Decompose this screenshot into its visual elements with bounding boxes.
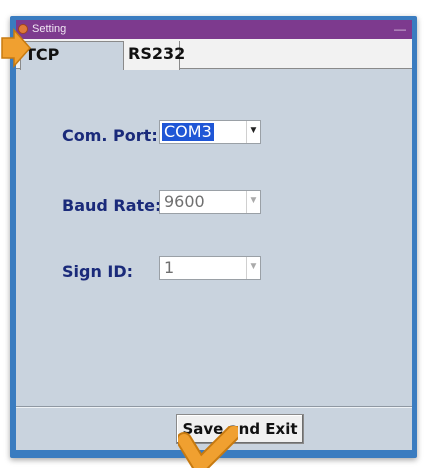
- sign-id-value: 1: [164, 258, 175, 277]
- baud-rate-label: Baud Rate:: [62, 196, 162, 215]
- com-port-select[interactable]: COM3 ▼: [159, 120, 261, 144]
- sign-id-label: Sign ID:: [62, 262, 134, 281]
- baud-rate-select[interactable]: 9600 ▼: [159, 190, 261, 214]
- checkmark-pointer-icon: [178, 426, 238, 468]
- settings-window: Setting — TCP Server RS232 Com. Port: CO…: [16, 20, 412, 450]
- arrow-pointer-icon: [1, 28, 32, 68]
- tab-tcp-server[interactable]: TCP Server: [20, 41, 124, 90]
- chevron-down-icon[interactable]: ▼: [246, 121, 260, 143]
- title-bar[interactable]: Setting —: [16, 20, 412, 39]
- minimize-icon[interactable]: —: [394, 20, 406, 39]
- com-port-value: COM3: [162, 122, 214, 141]
- sign-id-select[interactable]: 1 ▼: [159, 256, 261, 280]
- chevron-down-icon[interactable]: ▼: [246, 257, 260, 279]
- footer-divider: [16, 406, 412, 408]
- window-title: Setting: [32, 23, 67, 35]
- tab-content: Com. Port: COM3 ▼ Baud Rate: 9600 ▼ Sign…: [16, 70, 412, 406]
- baud-rate-value: 9600: [164, 192, 205, 211]
- com-port-label: Com. Port:: [62, 126, 158, 145]
- chevron-down-icon[interactable]: ▼: [246, 191, 260, 213]
- tab-rs232[interactable]: RS232: [124, 41, 185, 70]
- tab-bar: TCP Server RS232: [16, 39, 412, 90]
